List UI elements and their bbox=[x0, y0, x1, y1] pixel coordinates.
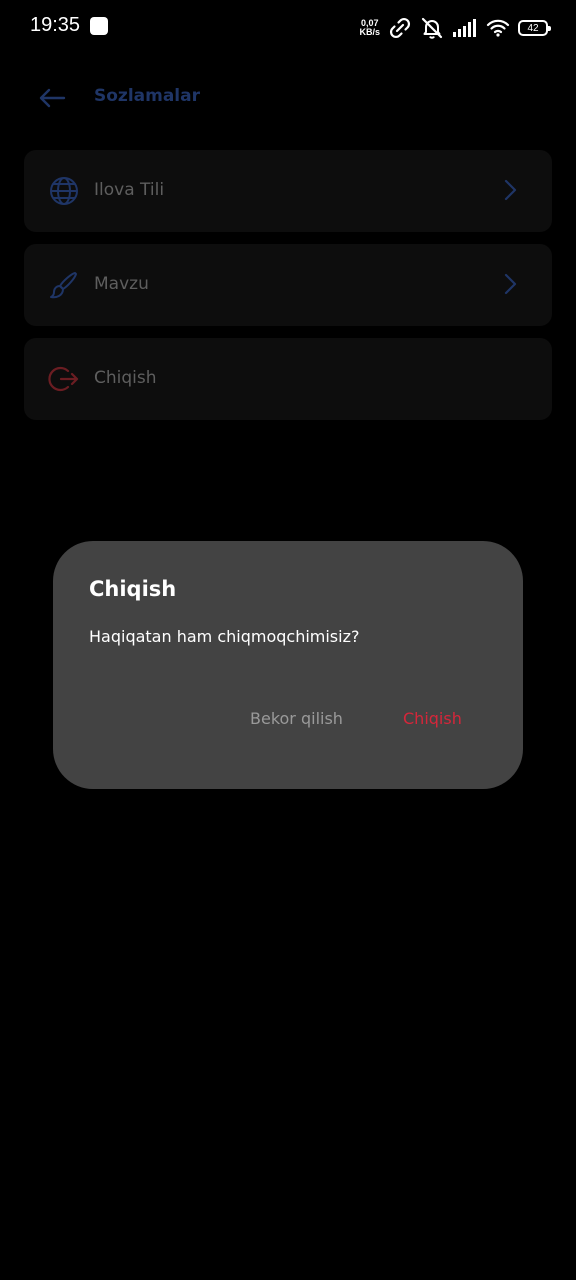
logout-confirm-dialog: Chiqish Haqiqatan ham chiqmoqchimisiz? B… bbox=[53, 541, 523, 789]
header: Sozlamalar bbox=[0, 76, 576, 120]
dialog-message: Haqiqatan ham chiqmoqchimisiz? bbox=[89, 627, 360, 646]
battery-level: 42 bbox=[527, 22, 539, 34]
page-title: Sozlamalar bbox=[94, 86, 200, 106]
menu-item-theme[interactable]: Mavzu bbox=[24, 244, 552, 326]
network-speed: 0,07 KB/s bbox=[359, 19, 380, 37]
menu-item-language[interactable]: Ilova Tili bbox=[24, 150, 552, 232]
confirm-logout-button[interactable]: Chiqish bbox=[403, 709, 462, 728]
menu-item-logout[interactable]: Chiqish bbox=[24, 338, 552, 420]
globe-icon bbox=[50, 177, 78, 205]
screen: 19:35 0,07 KB/s 42 Sozlamalar Ilova Tili… bbox=[0, 0, 576, 1280]
dialog-title: Chiqish bbox=[89, 577, 177, 601]
chevron-right-icon bbox=[504, 273, 517, 295]
notification-icon bbox=[90, 17, 108, 35]
silent-bell-icon bbox=[421, 17, 443, 39]
battery-icon: 42 bbox=[518, 20, 551, 36]
network-speed-unit: KB/s bbox=[359, 27, 380, 37]
status-time: 19:35 bbox=[30, 14, 81, 36]
signal-icon bbox=[453, 19, 476, 37]
status-bar: 19:35 0,07 KB/s 42 bbox=[0, 0, 576, 56]
menu-item-label: Chiqish bbox=[94, 368, 157, 388]
wifi-icon bbox=[486, 19, 510, 37]
status-icons: 0,07 KB/s 42 bbox=[359, 14, 551, 42]
link-icon bbox=[389, 17, 411, 39]
menu-item-label: Ilova Tili bbox=[94, 180, 165, 200]
brush-icon bbox=[50, 272, 77, 299]
menu-item-label: Mavzu bbox=[94, 274, 149, 294]
back-arrow-icon[interactable] bbox=[36, 82, 68, 114]
cancel-button[interactable]: Bekor qilish bbox=[250, 709, 343, 728]
logout-icon bbox=[48, 366, 79, 392]
chevron-right-icon bbox=[504, 179, 517, 201]
